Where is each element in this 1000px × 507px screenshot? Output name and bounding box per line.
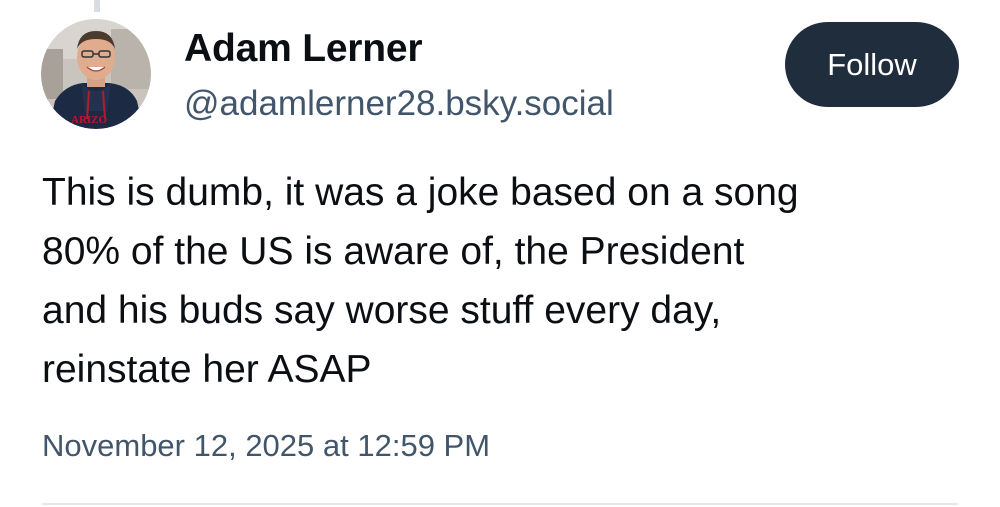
follow-button[interactable]: Follow	[785, 22, 959, 107]
post-text-line: and his buds say worse stuff every day,	[42, 289, 722, 332]
avatar-photo-icon: ARIZO	[41, 19, 151, 129]
post-text: This is dumb, it was a joke based on a s…	[42, 163, 977, 399]
author-display-name[interactable]: Adam Lerner	[184, 24, 423, 74]
post-text-line: 80% of the US is aware of, the President	[42, 230, 745, 273]
post-text-line: This is dumb, it was a joke based on a s…	[42, 171, 799, 214]
author-handle[interactable]: @adamlerner28.bsky.social	[184, 81, 614, 127]
avatar-shirt-text: ARIZO	[71, 114, 108, 126]
thread-connector-line	[94, 0, 100, 12]
divider	[42, 503, 958, 505]
avatar[interactable]: ARIZO	[41, 19, 151, 129]
post-text-line: reinstate her ASAP	[42, 348, 372, 391]
post-card: ARIZO Adam Lerner @adamlerner28.bsky.soc…	[0, 0, 1000, 507]
post-timestamp[interactable]: November 12, 2025 at 12:59 PM	[42, 425, 490, 467]
